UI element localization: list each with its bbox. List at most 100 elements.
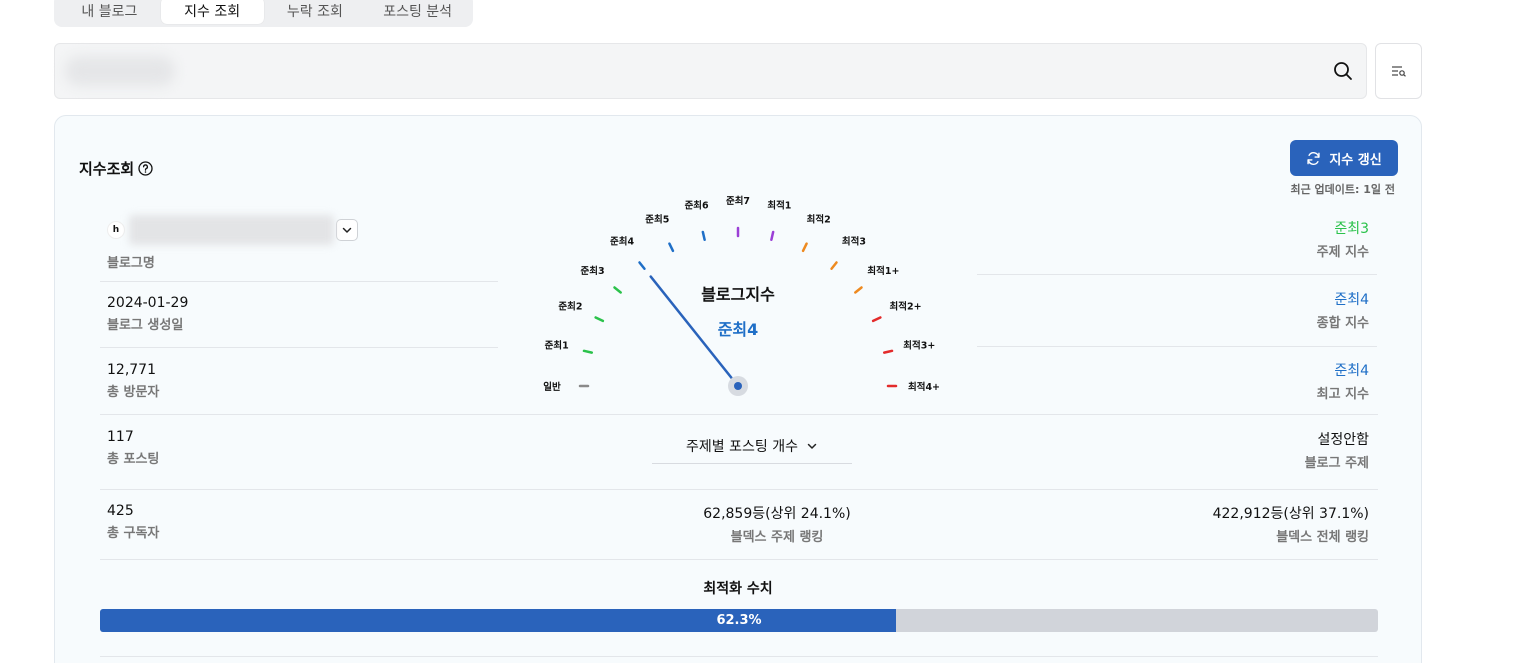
refresh-label: 지수 갱신	[1329, 152, 1382, 168]
topic-rank-value: 62,859등(상위 24.1%)	[703, 506, 851, 522]
subscribers-value: 425	[107, 503, 134, 519]
blog-topic-stat: 설정안함 블로그 주제	[1305, 429, 1369, 471]
gauge-level-label: 최적2+	[890, 300, 922, 312]
divider	[100, 347, 498, 348]
visitors-label: 총 방문자	[107, 385, 160, 400]
blog-name-label: 블로그명	[107, 256, 155, 271]
search-input[interactable]	[185, 54, 1285, 90]
search-history-button[interactable]	[1375, 43, 1422, 99]
tab-index-lookup[interactable]: 지수 조회	[160, 0, 264, 24]
blog-index-gauge: 일반 준최1 준최2 준최3 준최4 준최5 준최6 준최7 최적1 최적2 최적3 최적1+ 최적2+…	[543, 195, 940, 396]
posts-value: 117	[107, 429, 134, 445]
gauge-level-label: 최적2	[807, 213, 831, 225]
help-icon[interactable]	[138, 161, 153, 176]
subscribers-label: 총 구독자	[107, 526, 160, 541]
blog-dropdown-button[interactable]	[336, 219, 358, 241]
gauge-tick	[854, 286, 863, 294]
gauge-level-label: 일반	[543, 381, 561, 393]
chevron-down-icon	[807, 443, 817, 449]
gauge-tick	[668, 242, 675, 253]
max-index-label: 최고 지수	[1316, 387, 1369, 402]
chevron-down-icon	[342, 227, 352, 233]
blog-name-blurred	[129, 215, 334, 245]
divider	[977, 274, 1377, 275]
gauge-tick	[830, 261, 838, 270]
optimization-progress-bar: 62.3%	[100, 609, 1378, 632]
total-rank-label: 블덱스 전체 랭킹	[1276, 530, 1369, 545]
gauge-tick	[638, 261, 646, 270]
gauge-tick	[871, 316, 882, 323]
gauge-level-label: 준최7	[726, 195, 750, 207]
posts-label: 총 포스팅	[107, 452, 160, 467]
blog-logo: h	[107, 221, 125, 239]
index-panel: 지수조회 지수 갱신 최근 업데이트: 1일 전 h 블로그명 2024-01-…	[54, 115, 1422, 663]
gauge-level-label: 준최4	[610, 236, 634, 248]
tab-bar: 내 블로그 지수 조회 누락 조회 포스팅 분석	[54, 0, 473, 27]
topic-index-value: 준최3	[1334, 221, 1369, 237]
max-index-value: 준최4	[1334, 363, 1369, 379]
optimization-percent: 62.3%	[716, 613, 762, 628]
visitors-stat: 12,771 총 방문자	[107, 362, 159, 400]
created-value: 2024-01-29	[107, 295, 189, 311]
divider	[100, 489, 1378, 490]
topic-rank-stat: 62,859등(상위 24.1%) 블덱스 주제 랭킹	[577, 503, 977, 545]
search-icon	[1334, 62, 1352, 80]
total-rank-value: 422,912등(상위 37.1%)	[1212, 506, 1369, 522]
gauge-level-label: 준최1	[545, 340, 569, 352]
gauge-level-label: 최적3+	[903, 340, 935, 352]
gauge-level-label: 준최5	[645, 213, 669, 225]
topic-posting-count-dropdown[interactable]: 주제별 포스팅 개수	[652, 428, 852, 464]
gauge-tick	[582, 349, 594, 354]
last-updated: 최근 업데이트: 1일 전	[1290, 183, 1395, 196]
search-blurred-text	[65, 56, 175, 86]
divider	[100, 281, 498, 282]
gauge-level-label: 준최6	[685, 200, 709, 212]
gauge-tick	[801, 242, 808, 253]
gauge-level-label: 최적1+	[867, 265, 899, 277]
divider	[100, 656, 1378, 657]
topic-index-stat: 준최3 주제 지수	[1317, 218, 1369, 260]
overall-index-stat: 준최4 종합 지수	[1317, 289, 1369, 331]
gauge-level-label: 준최2	[558, 300, 582, 312]
tab-missing-lookup[interactable]: 누락 조회	[264, 0, 367, 24]
panel-title: 지수조회	[79, 158, 153, 179]
search-bar	[54, 43, 1367, 99]
refresh-index-button[interactable]: 지수 갱신	[1290, 140, 1398, 176]
optimization-title: 최적화 수치	[703, 581, 773, 597]
overall-index-value: 준최4	[1334, 292, 1369, 308]
topic-index-label: 주제 지수	[1316, 245, 1369, 260]
gauge-level-label: 최적4+	[908, 381, 940, 393]
topic-rank-label: 블덱스 주제 랭킹	[730, 530, 824, 545]
created-stat: 2024-01-29 블로그 생성일	[107, 295, 188, 333]
overall-index-label: 종합 지수	[1316, 316, 1369, 331]
divider	[100, 559, 1378, 560]
visitors-value: 12,771	[107, 362, 156, 378]
gauge-hub-center	[734, 382, 742, 390]
total-rank-stat: 422,912등(상위 37.1%) 블덱스 전체 랭킹	[1213, 503, 1369, 545]
gauge-current-value: 준최4	[718, 320, 759, 339]
topic-select-label: 주제별 포스팅 개수	[686, 438, 798, 455]
max-index-stat: 준최4 최고 지수	[1317, 360, 1369, 402]
gauge-tick	[882, 349, 894, 354]
blog-topic-value: 설정안함	[1317, 432, 1369, 448]
tab-my-blog[interactable]: 내 블로그	[58, 0, 161, 24]
blog-selector: h	[107, 215, 358, 245]
panel-title-text: 지수조회	[79, 160, 135, 178]
list-search-icon	[1391, 66, 1406, 77]
gauge-tick	[594, 316, 605, 323]
gauge-title: 블로그지수	[701, 285, 775, 304]
subscribers-stat: 425 총 구독자	[107, 503, 159, 541]
blog-topic-label: 블로그 주제	[1304, 456, 1369, 471]
tab-posting-analysis[interactable]: 포스팅 분석	[366, 0, 469, 24]
created-label: 블로그 생성일	[107, 318, 184, 333]
gauge-level-label: 최적1	[767, 200, 791, 212]
gauge-level-label: 준최3	[581, 265, 605, 277]
search-button[interactable]	[1330, 58, 1356, 84]
gauge-level-label: 최적3	[842, 236, 866, 248]
posts-stat: 117 총 포스팅	[107, 429, 159, 467]
divider	[977, 346, 1377, 347]
gauge-tick	[770, 230, 775, 242]
gauge-tick	[613, 286, 622, 294]
refresh-icon	[1307, 151, 1320, 165]
gauge-tick	[701, 230, 706, 242]
